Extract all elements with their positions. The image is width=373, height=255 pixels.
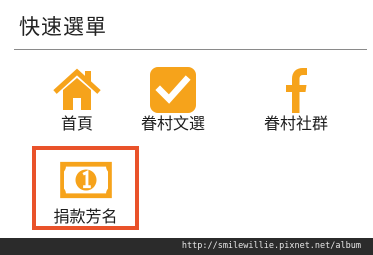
title-divider bbox=[14, 49, 367, 50]
checkbox-icon bbox=[150, 67, 196, 113]
menu-item-essays[interactable]: 眷村文選 bbox=[128, 64, 218, 142]
menu-item-label: 首頁 bbox=[60, 114, 93, 133]
menu-item-social[interactable]: 眷村社群 bbox=[251, 64, 341, 142]
home-icon bbox=[53, 68, 101, 110]
banknote-icon bbox=[59, 161, 112, 199]
menu-item-label: 眷村文選 bbox=[140, 114, 205, 133]
menu-item-label: 眷村社群 bbox=[263, 114, 328, 133]
menu-item-donors[interactable]: 捐款芳名 bbox=[32, 146, 139, 230]
facebook-icon bbox=[286, 68, 307, 113]
menu-title: 快速選單 bbox=[19, 15, 107, 39]
menu-item-home[interactable]: 首頁 bbox=[32, 64, 122, 142]
footer-bar: http://smilewillie.pixnet.net/album bbox=[0, 238, 373, 255]
menu-item-label: 捐款芳名 bbox=[53, 207, 118, 226]
footer-url: http://smilewillie.pixnet.net/album bbox=[181, 241, 361, 251]
